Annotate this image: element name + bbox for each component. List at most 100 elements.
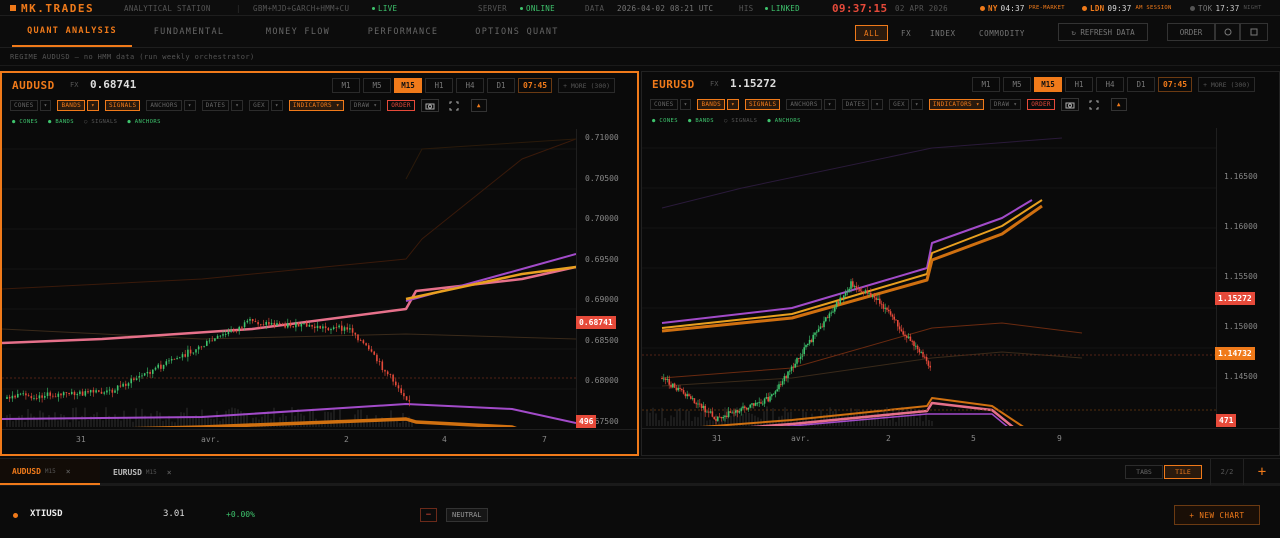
- candle-body: [794, 363, 796, 368]
- legend-signals[interactable]: ○ SIGNALS: [724, 118, 757, 124]
- anchors-dropdown[interactable]: ▾: [823, 99, 836, 110]
- timeframe-button[interactable]: D1: [1127, 77, 1155, 92]
- dates-dropdown[interactable]: ▾: [871, 99, 884, 110]
- layout-tile-button[interactable]: TILE: [1164, 465, 1202, 479]
- candle-body: [141, 375, 143, 377]
- chart-order-button[interactable]: ORDER: [387, 100, 415, 111]
- fullscreen-icon[interactable]: [1085, 98, 1103, 111]
- order-button[interactable]: ORDER: [1167, 23, 1215, 41]
- tab-fundamental[interactable]: FUNDAMENTAL: [142, 16, 236, 47]
- timeframe-button[interactable]: D1: [487, 78, 515, 93]
- price-plot[interactable]: [642, 128, 1216, 426]
- cones-dropdown[interactable]: ▾: [679, 99, 692, 110]
- volume-bar: [327, 411, 329, 427]
- anchors-toggle[interactable]: ANCHORS: [146, 100, 182, 111]
- layout-tabs-button[interactable]: TABS: [1125, 465, 1163, 479]
- chart-tab-audusd[interactable]: AUDUSD M15 ×: [0, 459, 100, 485]
- tab-performance[interactable]: PERFORMANCE: [355, 16, 451, 47]
- alert-icon[interactable]: ▲: [470, 99, 487, 112]
- x-tick-label: avr.: [201, 435, 221, 444]
- timeframe-button[interactable]: H1: [425, 78, 453, 93]
- new-chart-button[interactable]: + NEW CHART: [1174, 505, 1260, 525]
- filter-commodity[interactable]: COMMODITY: [971, 25, 1033, 41]
- timeframe-button[interactable]: H1: [1065, 77, 1093, 92]
- close-icon[interactable]: ×: [167, 468, 172, 477]
- bands-toggle[interactable]: BANDS: [697, 99, 726, 110]
- chart-panel-eurusd[interactable]: EURUSD FX 1.15272 M1 M5 M15 H1 H4 D1 07:…: [641, 71, 1280, 456]
- volume-bar: [868, 419, 870, 426]
- camera-icon[interactable]: [1060, 98, 1079, 111]
- gex-toggle[interactable]: GEX: [249, 100, 269, 111]
- legend-cones[interactable]: ● CONES: [12, 119, 38, 125]
- candle-body: [859, 288, 861, 292]
- filter-all[interactable]: ALL: [855, 25, 889, 41]
- filter-fx[interactable]: FX: [893, 25, 919, 41]
- price-plot[interactable]: [2, 129, 576, 427]
- candle-body: [738, 411, 741, 413]
- legend-cones[interactable]: ● CONES: [652, 118, 678, 124]
- timeframe-button[interactable]: M5: [1003, 77, 1031, 92]
- cones-dropdown[interactable]: ▾: [39, 100, 52, 111]
- timeframe-button[interactable]: M15: [394, 78, 422, 93]
- signals-toggle[interactable]: SIGNALS: [744, 99, 781, 110]
- cones-toggle[interactable]: CONES: [10, 100, 38, 111]
- minus-button[interactable]: −: [420, 508, 437, 522]
- candle-body: [257, 322, 259, 325]
- timeframe-button[interactable]: H4: [1096, 77, 1124, 92]
- gex-toggle[interactable]: GEX: [889, 99, 909, 110]
- timeframe-button[interactable]: M1: [972, 77, 1000, 92]
- draw-dropdown[interactable]: DRAW ▾: [989, 99, 1022, 110]
- bands-dropdown[interactable]: ▾: [727, 99, 739, 110]
- anchors-dropdown[interactable]: ▾: [183, 100, 196, 111]
- legend-anchors[interactable]: ● ANCHORS: [767, 118, 800, 124]
- tab-options-quant[interactable]: OPTIONS QUANT: [462, 16, 572, 47]
- gex-dropdown[interactable]: ▾: [910, 99, 923, 110]
- camera-icon[interactable]: [420, 99, 439, 112]
- tab-money-flow[interactable]: MONEY FLOW: [250, 16, 346, 47]
- candle-body: [693, 398, 696, 404]
- add-chart-button[interactable]: +: [1252, 459, 1272, 485]
- filter-index[interactable]: INDEX: [922, 25, 964, 41]
- close-icon[interactable]: ×: [66, 467, 71, 476]
- more-timeframes-button[interactable]: + MORE (300): [1198, 77, 1256, 92]
- fullscreen-icon[interactable]: [445, 99, 463, 112]
- chart-symbol[interactable]: AUDUSD: [12, 79, 55, 92]
- draw-dropdown[interactable]: DRAW ▾: [349, 100, 382, 111]
- square-icon[interactable]: [1240, 23, 1268, 41]
- chart-order-button[interactable]: ORDER: [1027, 99, 1055, 110]
- timeframe-button[interactable]: M5: [363, 78, 391, 93]
- refresh-data-button[interactable]: ↻ REFRESH DATA: [1058, 23, 1148, 41]
- alert-icon[interactable]: ▲: [1110, 98, 1127, 111]
- candle-body: [354, 332, 357, 335]
- chart-panel-audusd[interactable]: AUDUSD FX 0.68741 M1 M5 M15 H1 H4 D1 07:…: [0, 71, 639, 456]
- dates-dropdown[interactable]: ▾: [231, 100, 244, 111]
- gex-dropdown[interactable]: ▾: [270, 100, 283, 111]
- legend-signals[interactable]: ○ SIGNALS: [84, 119, 117, 125]
- bands-dropdown[interactable]: ▾: [87, 100, 99, 111]
- more-timeframes-button[interactable]: + MORE (300): [558, 78, 616, 93]
- legend-bands[interactable]: ● BANDS: [48, 119, 74, 125]
- timeframe-button[interactable]: M15: [1034, 77, 1062, 92]
- indicators-dropdown[interactable]: INDICATORS ▾: [288, 100, 344, 111]
- dates-toggle[interactable]: DATES: [841, 99, 870, 110]
- watchlist-row[interactable]: XTIUSD 3.01 +0.00% − NEUTRAL + NEW CHART: [0, 500, 1280, 530]
- legend-bands[interactable]: ● BANDS: [688, 118, 714, 124]
- timeframe-button[interactable]: H4: [456, 78, 484, 93]
- legend-anchors[interactable]: ● ANCHORS: [127, 119, 160, 125]
- tab-quant-analysis[interactable]: QUANT ANALYSIS: [12, 16, 132, 47]
- chart-asset-type: FX: [70, 81, 79, 89]
- chart-tab-eurusd[interactable]: EURUSD M15 ×: [101, 459, 201, 485]
- indicators-dropdown[interactable]: INDICATORS ▾: [928, 99, 984, 110]
- watch-symbol[interactable]: XTIUSD: [30, 509, 63, 519]
- timeframe-button[interactable]: M1: [332, 78, 360, 93]
- chart-symbol[interactable]: EURUSD: [652, 78, 695, 91]
- dates-toggle[interactable]: DATES: [201, 100, 230, 111]
- candle-body: [891, 314, 894, 317]
- signals-toggle[interactable]: SIGNALS: [104, 100, 141, 111]
- candle-body: [49, 392, 51, 396]
- bands-toggle[interactable]: BANDS: [57, 100, 86, 111]
- anchors-toggle[interactable]: ANCHORS: [786, 99, 822, 110]
- circle-icon[interactable]: [1215, 23, 1240, 41]
- cones-toggle[interactable]: CONES: [650, 99, 678, 110]
- x-tick-label: 31: [712, 434, 722, 443]
